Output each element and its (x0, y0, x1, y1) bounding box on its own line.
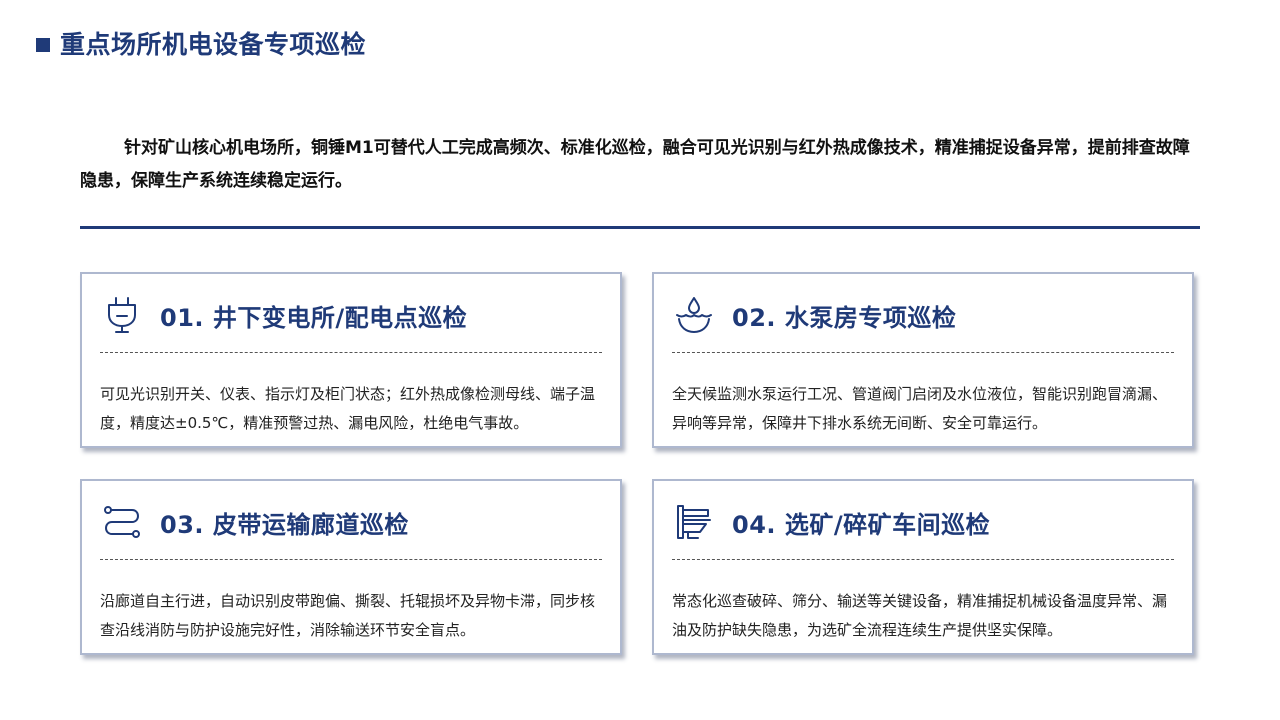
card-header: 01. 井下变电所/配电点巡检 (102, 292, 600, 338)
card-description: 常态化巡查破碎、筛分、输送等关键设备，精准捕捉机械设备温度异常、漏油及防护缺失隐… (672, 592, 1168, 639)
card-pump-room-inspection: 02. 水泵房专项巡检 全天候监测水泵运行工况、管道阀门启闭及水位液位，智能识别… (652, 272, 1194, 448)
crusher-machine-icon (674, 502, 714, 542)
card-header: 04. 选矿/碎矿车间巡检 (674, 499, 1172, 545)
card-dashed-separator (672, 352, 1174, 353)
card-description: 沿廊道自主行进，自动识别皮带跑偏、撕裂、托辊损坏及异物卡滞，同步核查沿线消防与防… (100, 592, 596, 639)
card-conveyor-inspection: 03. 皮带运输廊道巡检 沿廊道自主行进，自动识别皮带跑偏、撕裂、托辊损坏及异物… (80, 479, 622, 655)
section-divider (80, 226, 1200, 229)
card-crushing-workshop-inspection: 04. 选矿/碎矿车间巡检 常态化巡查破碎、筛分、输送等关键设备，精准捕捉机械设… (652, 479, 1194, 655)
card-header: 02. 水泵房专项巡检 (674, 292, 1172, 338)
card-header: 03. 皮带运输廊道巡检 (102, 499, 600, 545)
card-description: 可见光识别开关、仪表、指示灯及柜门状态；红外热成像检测母线、端子温度，精度达±0… (100, 385, 596, 432)
card-description: 全天候监测水泵运行工况、管道阀门启闭及水位液位，智能识别跑冒滴漏、异响等异常，保… (672, 385, 1168, 432)
card-title: 04. 选矿/碎矿车间巡检 (732, 510, 991, 539)
card-title: 03. 皮带运输廊道巡检 (160, 510, 409, 539)
card-dashed-separator (100, 352, 602, 353)
conveyor-path-icon (102, 502, 142, 542)
intro-paragraph: 针对矿山核心机电场所，铜锤M1可替代人工完成高频次、标准化巡检，融合可见光识别与… (80, 138, 1190, 191)
card-dashed-separator (100, 559, 602, 560)
card-substation-inspection: 01. 井下变电所/配电点巡检 可见光识别开关、仪表、指示灯及柜门状态；红外热成… (80, 272, 622, 448)
title-square-marker (36, 38, 50, 52)
water-drop-icon (674, 295, 714, 335)
card-title: 02. 水泵房专项巡检 (732, 303, 957, 332)
card-dashed-separator (672, 559, 1174, 560)
plug-icon (102, 295, 142, 335)
page-title: 重点场所机电设备专项巡检 (60, 30, 367, 59)
card-title: 01. 井下变电所/配电点巡检 (160, 303, 468, 332)
